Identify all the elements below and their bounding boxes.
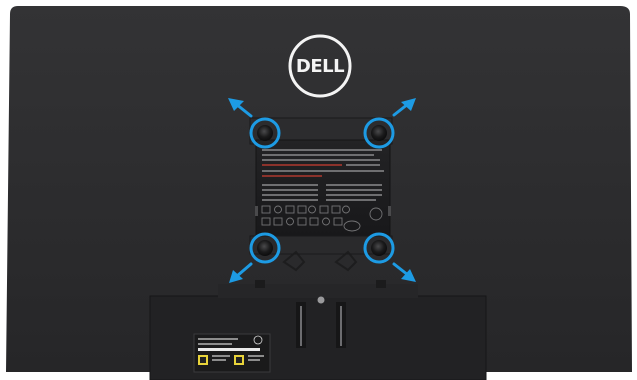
screw-bottom-right — [371, 240, 387, 256]
label-clip-right — [388, 206, 391, 216]
screw-top-right — [371, 125, 387, 141]
logo-text: DELL — [296, 56, 344, 77]
monitor-back-illustration: DELL — [6, 6, 632, 380]
screw-bottom-left — [257, 240, 273, 256]
screw-top-left — [257, 125, 273, 141]
label-clip-left — [255, 206, 258, 216]
stand-mount-rail — [218, 284, 418, 298]
stand-latch-left — [255, 280, 265, 288]
stand-screw-hole — [317, 296, 325, 304]
stand-latch-right — [376, 280, 386, 288]
